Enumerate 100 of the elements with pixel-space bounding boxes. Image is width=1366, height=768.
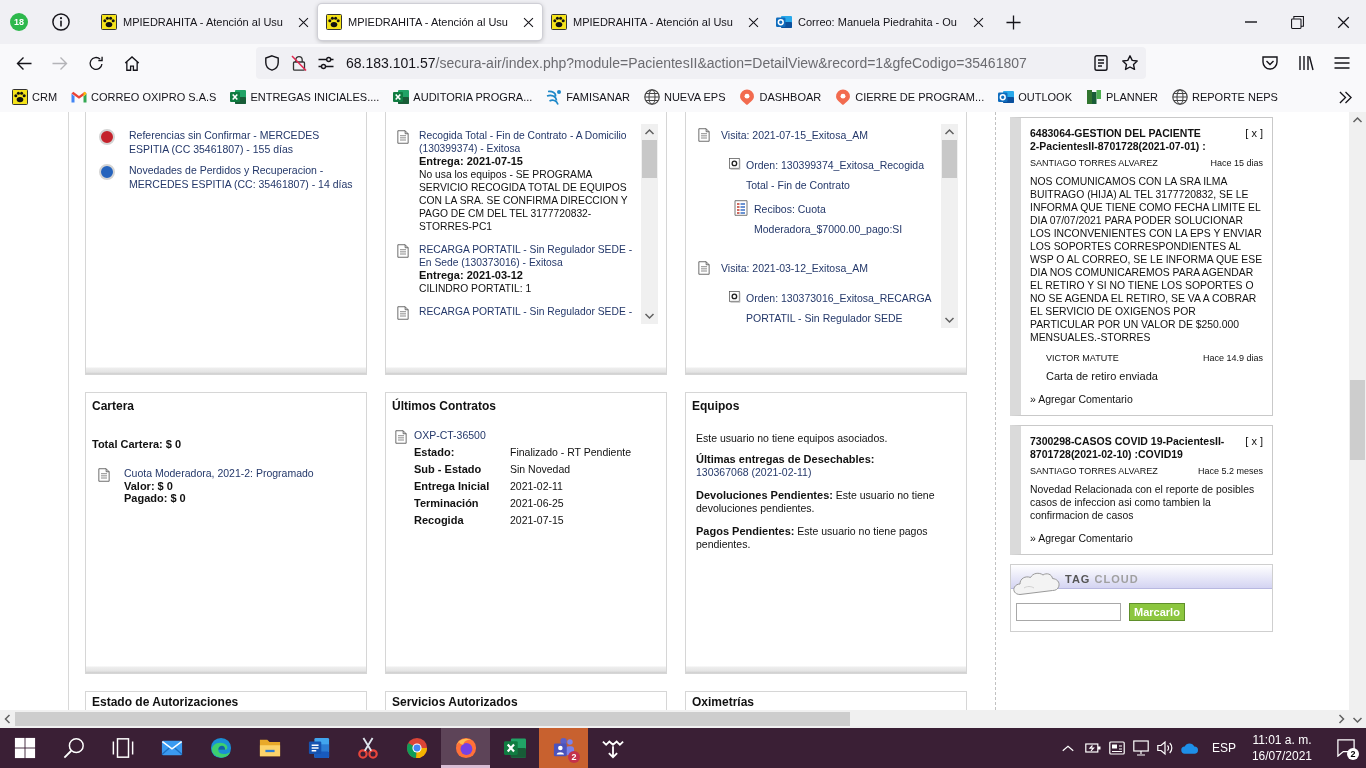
envelope-icon: [71, 89, 88, 105]
close-tab-icon[interactable]: [973, 16, 984, 28]
address-bar[interactable]: 68.183.101.57/secura-air/index.php?module=PacientesII&action=DetailView&record=1&gfeCodigo=35461807: [256, 47, 1146, 79]
receipt-link[interactable]: Recibos: Cuota Moderadora_$7000.00_pago:SI: [754, 199, 938, 239]
reply-time: Hace 14.9 dias: [1202, 353, 1263, 364]
bookmark-link[interactable]: CIERRE DE PROGRAM...: [829, 85, 991, 109]
total-label: Total Cartera: $ 0: [92, 437, 183, 451]
browser-tab[interactable]: Correo: Manuela Piedrahita - Ou: [768, 4, 992, 40]
shield-icon[interactable]: [264, 55, 280, 71]
bookmark-link[interactable]: CORREO OXIPRO S.A.S: [65, 85, 223, 109]
order-link[interactable]: RECARGA PORTATIL - Sin Regulador SEDE - En Sede (130373016) - Exitosa: [419, 243, 638, 269]
browser-tab[interactable]: MPIEDRAHITA - Atención al Usu: [543, 4, 767, 40]
clock-time[interactable]: 11:01 a. m.: [1251, 732, 1312, 748]
comment-time: Hace 5.2 meses: [1197, 466, 1263, 477]
bookmark-link[interactable]: ENTREGAS INICIALES....: [224, 85, 386, 109]
notification-badge: 2: [568, 751, 580, 763]
panel-title: Últimos Contratos: [391, 397, 497, 415]
contract-link[interactable]: OXP-CT-36500: [414, 429, 632, 442]
speaker-icon[interactable]: [1156, 740, 1173, 756]
struck-lock-icon[interactable]: [291, 55, 307, 71]
order-link[interactable]: Orden: 130373016_Exitosa_RECARGA PORTATIL - Sin Regulador SEDE: [746, 288, 938, 328]
notifications-icon[interactable]: [1337, 739, 1355, 757]
close-tab-icon[interactable]: [523, 16, 534, 28]
pin-icon: [835, 89, 852, 105]
scrollbar-track[interactable]: [0, 710, 1349, 728]
order-link[interactable]: RECARGA PORTATIL - Sin Regulador SEDE -: [419, 305, 638, 318]
id-card-icon[interactable]: [1108, 740, 1125, 756]
permissions-icon[interactable]: [318, 55, 334, 71]
language-indicator[interactable]: ESP: [1211, 741, 1236, 755]
globe-icon: [1171, 89, 1188, 105]
cloud-icon[interactable]: [1180, 742, 1198, 754]
scrollbar-track[interactable]: [941, 124, 958, 328]
order-note: CILINDRO PORTATIL: 1: [419, 282, 533, 295]
order-note: No usa los equipos - SE PROGRAMA SERVICIO RECOGIDA TOTAL DE EQUIPOS CON LA SRA. SE CONFIRMA DIRECCION Y PAGO DE CM DEL TEL 3177720832-STORRES-PC1: [419, 168, 629, 233]
panel-title: Cartera: [91, 398, 136, 415]
pocket-icon[interactable]: [1262, 55, 1278, 71]
panel-title: Equipos: [691, 398, 741, 415]
clock-date[interactable]: 16/07/2021: [1251, 748, 1312, 764]
home-icon[interactable]: [124, 55, 140, 71]
equipment-note: Este usuario no tiene equipos asociados.: [696, 432, 889, 445]
library-icon[interactable]: [1298, 55, 1314, 71]
back-icon[interactable]: [16, 55, 32, 71]
star-icon[interactable]: [1122, 55, 1138, 71]
tag-input-field[interactable]: [1016, 603, 1121, 621]
info-icon[interactable]: [52, 13, 70, 31]
browser-tab[interactable]: MPIEDRAHITA - Atención al Usu: [93, 4, 317, 40]
bookmark-link[interactable]: NUEVA EPS: [637, 85, 732, 109]
order-link[interactable]: Recogida Total - Fin de Contrato - A Domicilio (130399374) - Exitosa: [419, 129, 638, 155]
taskbar-button[interactable]: 2: [539, 728, 588, 768]
bookmark-link[interactable]: DASHBOAR: [733, 85, 828, 109]
comment-text: NOS COMUNICAMOS CON LA SRA ILMA BUITRAGO (HIJA) AL TEL 3177720832, SE LE INFORMA QUE TIENE COMO FECHA LIMITE EL DIA 07/07/2021 PARA PODER SOLUCIONAR LOS INCONVENIENTES CON LA EPS Y ENVIAR LOS SOPORTES CORRESPONDIENTES AL WSP O AL CORREO, SE LE INFORMA QUE ESE DIA NOS COMUNICAREMOS PARA AGENDAR EL RETIRO Y SI NO TIENE LOS SOPORTES O NO SE AGENDA EL RETIRO, SE VA A COBRAR EL SERVICIO DE OXIGENOS POR PARTICULAR POR UN VALOR DE $250.000 MENSUALES.-STORRES: [1030, 175, 1263, 344]
bookmark-link[interactable]: PLANNER: [1080, 85, 1164, 109]
more-bookmarks-icon[interactable]: [1339, 90, 1352, 104]
browser-tab[interactable]: MPIEDRAHITA - Atención al Usu: [318, 4, 542, 40]
delivery-date: Entrega: 2021-03-12: [419, 269, 524, 282]
bookmark-link[interactable]: FAMISANAR: [540, 85, 636, 109]
scrollbar-track[interactable]: [641, 124, 658, 324]
add-comment-link[interactable]: » Agregar Comentario: [1030, 532, 1133, 544]
field-value: 2021-07-15: [510, 513, 565, 526]
close-icon[interactable]: [1336, 15, 1350, 29]
returns-text: Devoluciones Pendientes: Este usuario no tiene devoluciones pendientes.: [696, 489, 936, 515]
network-icon[interactable]: [1132, 740, 1149, 756]
chevron-up-icon[interactable]: [1061, 744, 1074, 752]
bookmark-link[interactable]: AUDITORIA PROGRA...: [387, 85, 539, 109]
new-tab-icon[interactable]: [1006, 14, 1021, 30]
fee-link[interactable]: Cuota Moderadora, 2021-2: Programado: [124, 467, 314, 480]
comment-author: SANTIAGO TORRES ALVAREZ: [1030, 466, 1158, 477]
menu-icon[interactable]: [1334, 55, 1350, 71]
reader-view-icon[interactable]: [1093, 55, 1109, 71]
alert-link[interactable]: Novedades de Perdidos y Recuperacion - MERCEDES ESPITIA (CC: 35461807) - 14 días: [129, 163, 356, 191]
visit-link[interactable]: Visita: 2021-03-12_Exitosa_AM: [721, 258, 938, 278]
document-app-icon: [307, 737, 330, 759]
scrollbar-thumb[interactable]: [642, 140, 657, 178]
close-link[interactable]: [ x ]: [1245, 127, 1263, 140]
disposables-link[interactable]: 130367068 (2021-02-11): [696, 466, 956, 479]
battery-icon[interactable]: [1084, 740, 1101, 756]
bookmark-link[interactable]: OUTLOOK: [992, 85, 1078, 109]
close-tab-icon[interactable]: [298, 16, 309, 28]
visit-link[interactable]: Visita: 2021-07-15_Exitosa_AM: [721, 125, 938, 145]
scissors-icon: [356, 737, 379, 759]
restore-icon[interactable]: [1290, 15, 1304, 29]
scrollbar-thumb[interactable]: [15, 712, 850, 726]
close-tab-icon[interactable]: [748, 16, 759, 28]
close-link[interactable]: [ x ]: [1245, 435, 1263, 448]
payments-text: Pagos Pendientes: Este usuario no tiene pagos pendientes.: [696, 525, 929, 551]
scrollbar-thumb[interactable]: [942, 140, 957, 178]
spreadsheet-icon: [503, 737, 526, 759]
scrollbar-thumb[interactable]: [1350, 380, 1365, 460]
scrollbar-track[interactable]: [1349, 112, 1366, 728]
order-link[interactable]: Orden: 130399374_Exitosa_Recogida Total - Fin de Contrato: [746, 155, 938, 195]
bookmark-link[interactable]: REPORTE NEPS: [1165, 85, 1284, 109]
notification-count: 2: [1347, 748, 1359, 760]
comment-author: SANTIAGO TORRES ALVAREZ: [1030, 158, 1158, 169]
add-comment-link[interactable]: » Agregar Comentario: [1030, 393, 1133, 405]
reload-icon[interactable]: [88, 55, 104, 71]
boxed-circle-icon: [729, 291, 741, 303]
bookmark-link[interactable]: CRM: [6, 85, 64, 109]
swirl-circle-icon: [209, 737, 232, 759]
alert-link[interactable]: Referencias sin Confirmar - MERCEDES ESPITIA (CC 35461807) - 155 días: [129, 128, 356, 156]
document-icon: [395, 430, 407, 444]
